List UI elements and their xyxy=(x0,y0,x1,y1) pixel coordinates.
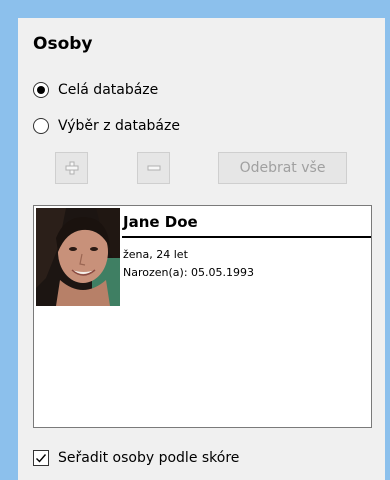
radio-database-selection[interactable]: Výběr z databáze xyxy=(33,115,180,137)
remove-person-button[interactable] xyxy=(137,152,170,184)
window-top-border xyxy=(0,0,390,18)
persons-panel: Osoby Celá databáze Výběr z databáze Ode… xyxy=(18,18,385,480)
minus-icon xyxy=(147,165,160,171)
radio-label: Celá databáze xyxy=(58,82,159,98)
radio-selected-indicator[interactable] xyxy=(33,82,49,98)
sort-by-score-checkbox[interactable] xyxy=(33,450,49,466)
radio-whole-database[interactable]: Celá databáze xyxy=(33,79,158,101)
person-name: Jane Doe xyxy=(123,213,198,231)
sort-by-score-option[interactable]: Seřadit osoby podle skóre xyxy=(33,447,239,469)
radio-unselected-indicator[interactable] xyxy=(33,118,49,134)
remove-all-button[interactable]: Odebrat vše xyxy=(218,152,347,184)
person-gender-age: žena, 24 let xyxy=(123,248,188,261)
window-right-border xyxy=(385,0,390,480)
radio-label: Výběr z databáze xyxy=(58,118,180,134)
person-photo xyxy=(36,208,120,306)
persons-list[interactable]: Jane Doe žena, 24 let Narozen(a): 05.05.… xyxy=(33,205,372,428)
add-person-button[interactable] xyxy=(55,152,88,184)
section-title: Osoby xyxy=(33,34,93,54)
remove-all-label: Odebrat vše xyxy=(239,160,326,176)
plus-icon xyxy=(65,161,78,175)
sort-by-score-label: Seřadit osoby podle skóre xyxy=(58,450,240,466)
window-left-border xyxy=(0,0,18,480)
name-underline xyxy=(122,236,371,238)
checkmark-icon xyxy=(36,454,47,463)
person-birth-date: Narozen(a): 05.05.1993 xyxy=(123,266,255,279)
app-window: Osoby Celá databáze Výběr z databáze Ode… xyxy=(0,0,390,480)
